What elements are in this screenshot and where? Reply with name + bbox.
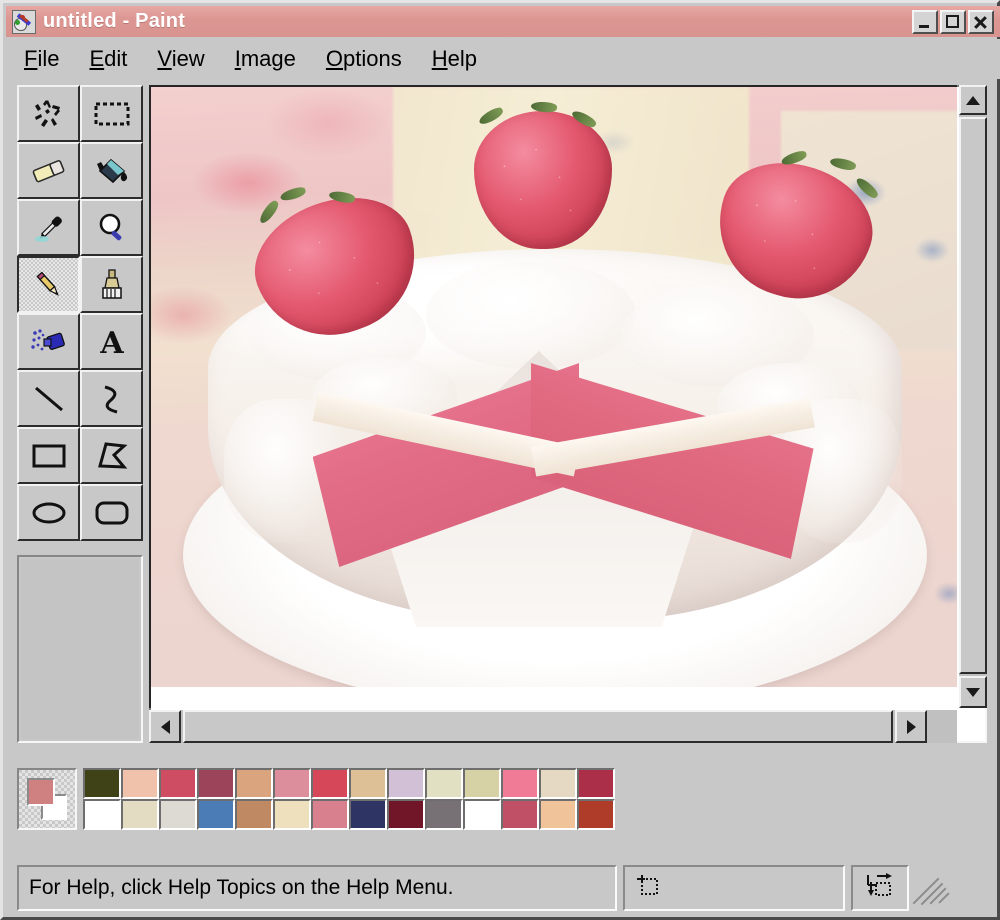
palette-swatch[interactable] — [349, 799, 387, 830]
palette-swatch[interactable] — [425, 799, 463, 830]
tool-select[interactable] — [80, 85, 143, 142]
menu-edit-rest: dit — [104, 46, 128, 71]
palette-swatch[interactable] — [577, 768, 615, 799]
scroll-left-button[interactable] — [149, 710, 181, 743]
tool-airbrush[interactable] — [17, 313, 80, 370]
palette-swatch[interactable] — [83, 768, 121, 799]
palette-swatch[interactable] — [387, 799, 425, 830]
tool-free-form-select[interactable] — [17, 85, 80, 142]
menu-image-rest: mage — [240, 46, 296, 71]
status-position-pane — [623, 865, 845, 911]
tool-pencil[interactable] — [17, 256, 80, 313]
palette-swatch[interactable] — [273, 768, 311, 799]
palette-swatch[interactable] — [463, 768, 501, 799]
palette-swatch[interactable] — [349, 768, 387, 799]
paint-palette-icon — [12, 9, 36, 34]
status-help-pane: For Help, click Help Topics on the Help … — [17, 865, 617, 911]
scroll-up-button[interactable] — [959, 85, 987, 115]
tool-fill[interactable] — [80, 142, 143, 199]
maximize-button[interactable] — [940, 9, 966, 34]
menu-options-rest: ptions — [343, 46, 402, 71]
palette-swatch[interactable] — [197, 768, 235, 799]
scroll-down-button[interactable] — [959, 676, 987, 708]
palette-swatch[interactable] — [235, 799, 273, 830]
resize-grip[interactable] — [912, 865, 950, 911]
palette-swatch[interactable] — [501, 768, 539, 799]
palette-swatch[interactable] — [577, 799, 615, 830]
palette-swatch[interactable] — [235, 768, 273, 799]
tool-curve[interactable] — [80, 370, 143, 427]
horizontal-scrollbar[interactable] — [149, 710, 957, 743]
color-palette — [17, 760, 623, 838]
palette-swatch[interactable] — [501, 799, 539, 830]
vertical-scroll-thumb[interactable] — [959, 117, 987, 674]
tool-polygon[interactable] — [80, 427, 143, 484]
chevron-right-icon — [906, 719, 916, 734]
selection-size-icon — [865, 872, 895, 904]
menu-help[interactable]: Help — [432, 44, 493, 74]
tool-brush[interactable] — [80, 256, 143, 313]
paint-window: untitled - Paint File Edit View Image Op… — [0, 0, 1000, 920]
tool-options-panel — [17, 555, 143, 743]
cake-photograph — [151, 87, 957, 687]
menu-view-rest: iew — [171, 46, 205, 71]
menu-edit[interactable]: Edit — [89, 44, 143, 74]
image-canvas[interactable] — [149, 85, 957, 708]
window-controls — [912, 9, 994, 34]
chevron-left-icon — [160, 719, 170, 734]
palette-swatch[interactable] — [463, 799, 501, 830]
tool-magnifier[interactable] — [80, 199, 143, 256]
svg-text:A: A — [99, 326, 124, 358]
menu-file[interactable]: File — [24, 44, 75, 74]
vertical-scrollbar[interactable] — [959, 85, 987, 708]
menu-file-rest: ile — [37, 46, 60, 71]
status-bar: For Help, click Help Topics on the Help … — [17, 865, 989, 911]
palette-swatch[interactable] — [311, 768, 349, 799]
tool-rectangle[interactable] — [17, 427, 80, 484]
status-help-text: For Help, click Help Topics on the Help … — [29, 876, 454, 899]
chevron-up-icon — [966, 95, 980, 105]
menu-image[interactable]: Image — [235, 44, 312, 74]
palette-swatches — [83, 768, 615, 830]
window-title: untitled - Paint — [43, 10, 186, 32]
menu-options[interactable]: Options — [326, 44, 418, 74]
foreground-color-swatch[interactable] — [27, 778, 55, 806]
scroll-right-button[interactable] — [895, 710, 927, 743]
palette-swatch[interactable] — [121, 799, 159, 830]
tool-pick-color[interactable] — [17, 199, 80, 256]
close-button[interactable] — [968, 9, 994, 34]
palette-swatch[interactable] — [425, 768, 463, 799]
current-colors-indicator[interactable] — [17, 768, 77, 830]
palette-swatch[interactable] — [159, 768, 197, 799]
tool-rounded-rectangle[interactable] — [80, 484, 143, 541]
palette-swatch[interactable] — [539, 799, 577, 830]
palette-swatch[interactable] — [539, 768, 577, 799]
horizontal-scroll-thumb[interactable] — [183, 710, 893, 743]
status-size-pane — [851, 865, 909, 911]
toolbox: A — [17, 85, 143, 543]
palette-swatch[interactable] — [273, 799, 311, 830]
palette-swatch[interactable] — [159, 799, 197, 830]
tool-eraser[interactable] — [17, 142, 80, 199]
tool-line[interactable] — [17, 370, 80, 427]
chevron-down-icon — [966, 687, 980, 697]
tool-text[interactable]: A — [80, 313, 143, 370]
menu-bar: File Edit View Image Options Help — [6, 39, 1000, 79]
menu-view[interactable]: View — [157, 44, 220, 74]
paint-application: untitled - Paint File Edit View Image Op… — [0, 0, 1000, 920]
palette-swatch[interactable] — [121, 768, 159, 799]
palette-swatch[interactable] — [387, 768, 425, 799]
cursor-position-icon — [635, 873, 661, 904]
menu-help-rest: elp — [447, 46, 477, 71]
palette-swatch[interactable] — [83, 799, 121, 830]
title-bar[interactable]: untitled - Paint — [6, 6, 1000, 37]
tool-ellipse[interactable] — [17, 484, 80, 541]
palette-swatch[interactable] — [197, 799, 235, 830]
palette-swatch[interactable] — [311, 799, 349, 830]
minimize-button[interactable] — [912, 9, 938, 34]
